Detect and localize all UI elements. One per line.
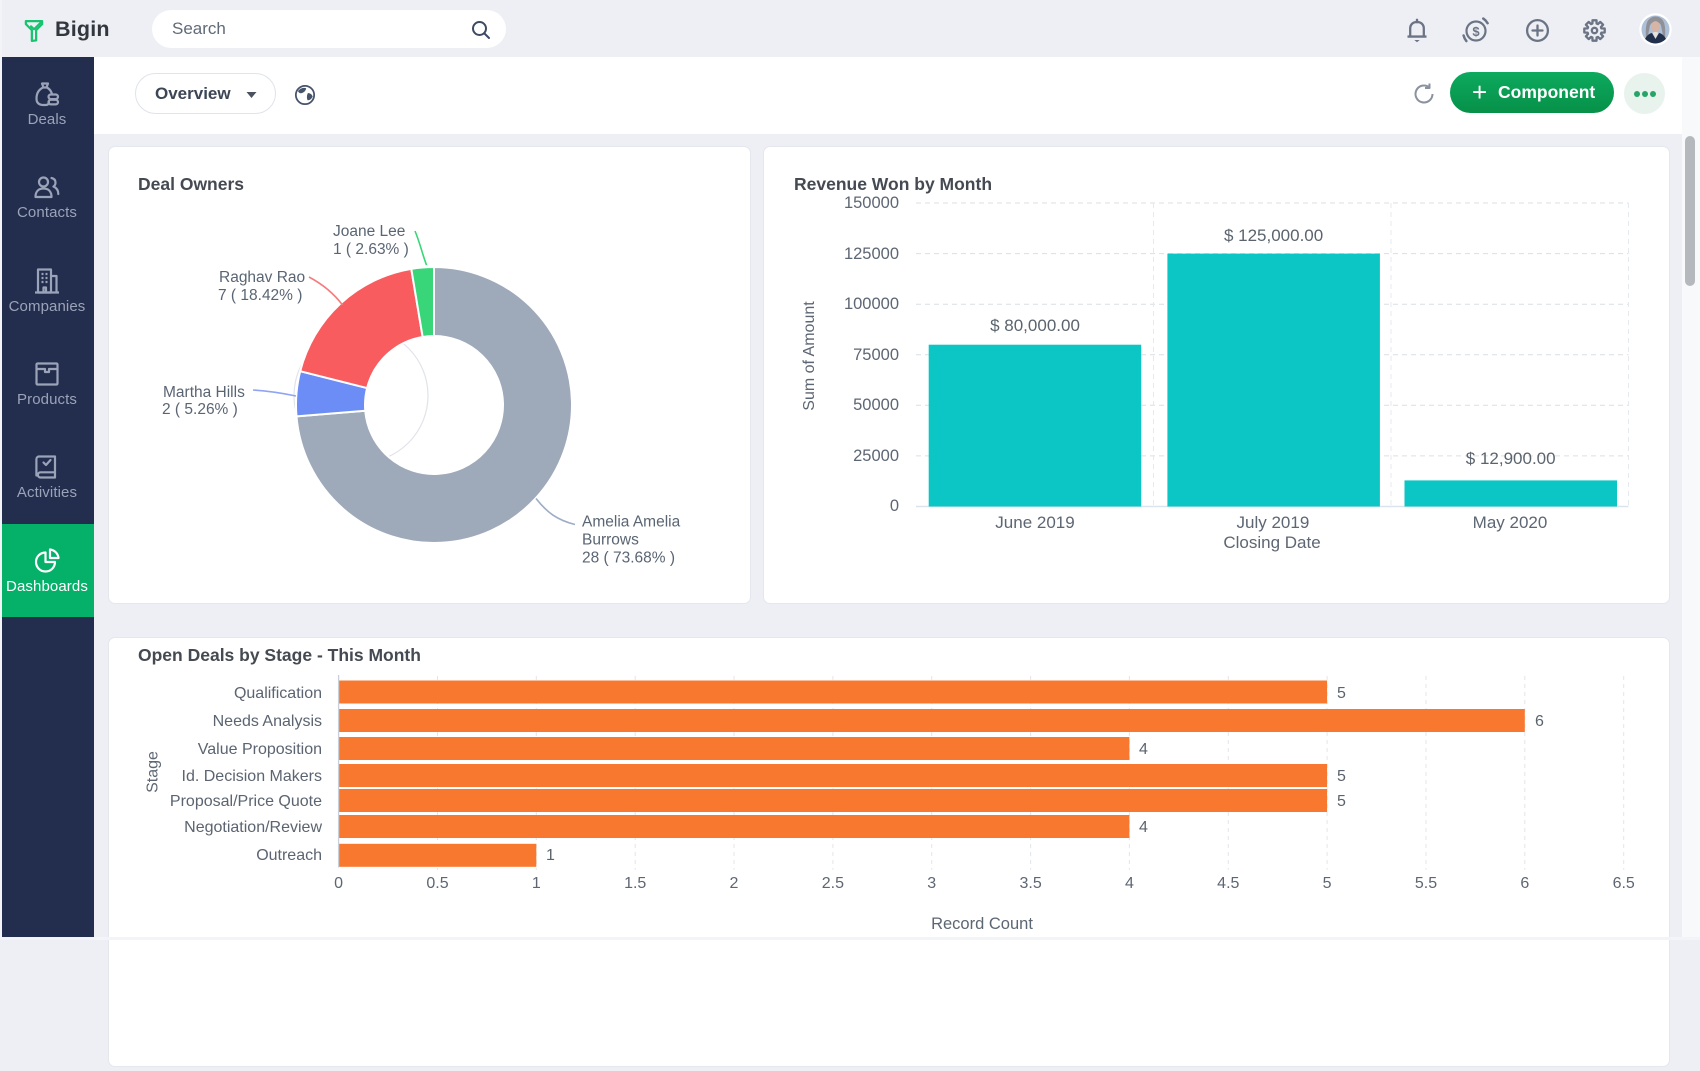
svg-text:0.5: 0.5	[426, 875, 448, 892]
svg-text:Qualification: Qualification	[234, 685, 322, 702]
svg-text:Revenue Won by Month: Revenue Won by Month	[794, 174, 992, 194]
svg-text:Needs Analysis: Needs Analysis	[213, 713, 322, 730]
svg-text:4: 4	[1125, 875, 1134, 892]
svg-text:$ 80,000.00: $ 80,000.00	[990, 316, 1080, 335]
svg-text:Sum of Amount: Sum of Amount	[801, 301, 818, 411]
svg-text:Amelia Amelia: Amelia Amelia	[582, 514, 681, 531]
svg-text:Outreach: Outreach	[256, 847, 322, 864]
svg-text:July 2019: July 2019	[1237, 513, 1310, 532]
svg-text:6: 6	[1535, 713, 1544, 730]
svg-text:Stage: Stage	[145, 751, 162, 793]
svg-text:Record Count: Record Count	[931, 915, 1033, 933]
svg-text:Joane Lee: Joane Lee	[333, 223, 405, 240]
svg-text:2: 2	[730, 875, 739, 892]
svg-text:$: $	[1472, 24, 1480, 39]
svg-text:Proposal/Price Quote: Proposal/Price Quote	[170, 793, 322, 810]
svg-text:50000: 50000	[853, 396, 899, 414]
svg-text:May 2020: May 2020	[1473, 513, 1548, 532]
svg-text:1 ( 2.63% ): 1 ( 2.63% )	[333, 241, 409, 258]
svg-text:Closing Date: Closing Date	[1223, 533, 1320, 552]
svg-text:25000: 25000	[853, 447, 899, 465]
svg-text:Negotiation/Review: Negotiation/Review	[184, 819, 322, 836]
svg-text:4.5: 4.5	[1217, 875, 1239, 892]
svg-text:Deal Owners: Deal Owners	[138, 174, 244, 194]
svg-text:$ 125,000.00: $ 125,000.00	[1224, 226, 1323, 245]
svg-text:28 ( 73.68% ): 28 ( 73.68% )	[582, 550, 675, 567]
svg-text:1: 1	[546, 847, 555, 864]
svg-text:2 ( 5.26% ): 2 ( 5.26% )	[162, 401, 238, 418]
svg-text:1: 1	[532, 875, 541, 892]
svg-text:Value Proposition: Value Proposition	[198, 741, 322, 758]
svg-text:$ 12,900.00: $ 12,900.00	[1466, 449, 1556, 468]
svg-text:1.5: 1.5	[624, 875, 646, 892]
svg-text:6.5: 6.5	[1613, 875, 1635, 892]
svg-text:5.5: 5.5	[1415, 875, 1437, 892]
svg-text:150000: 150000	[844, 194, 899, 212]
svg-text:Burrows: Burrows	[582, 532, 639, 549]
svg-text:3: 3	[927, 875, 936, 892]
svg-text:4: 4	[1139, 741, 1148, 758]
svg-text:5: 5	[1337, 768, 1346, 785]
svg-text:4: 4	[1139, 819, 1148, 836]
svg-text:0: 0	[890, 497, 899, 515]
svg-text:125000: 125000	[844, 245, 899, 263]
svg-text:2.5: 2.5	[822, 875, 844, 892]
svg-text:0: 0	[334, 875, 343, 892]
svg-text:5: 5	[1337, 793, 1346, 810]
svg-text:Id. Decision Makers: Id. Decision Makers	[182, 768, 323, 785]
svg-text:75000: 75000	[853, 346, 899, 364]
svg-text:100000: 100000	[844, 295, 899, 313]
svg-text:Raghav Rao: Raghav Rao	[219, 269, 305, 286]
svg-text:7 ( 18.42% ): 7 ( 18.42% )	[218, 287, 302, 304]
svg-text:Open Deals by Stage - This Mon: Open Deals by Stage - This Month	[138, 645, 421, 665]
svg-text:Martha Hills: Martha Hills	[163, 384, 245, 401]
svg-text:5: 5	[1337, 685, 1346, 702]
svg-text:June 2019: June 2019	[995, 513, 1074, 532]
svg-text:6: 6	[1520, 875, 1529, 892]
svg-text:5: 5	[1323, 875, 1332, 892]
svg-text:3.5: 3.5	[1019, 875, 1041, 892]
